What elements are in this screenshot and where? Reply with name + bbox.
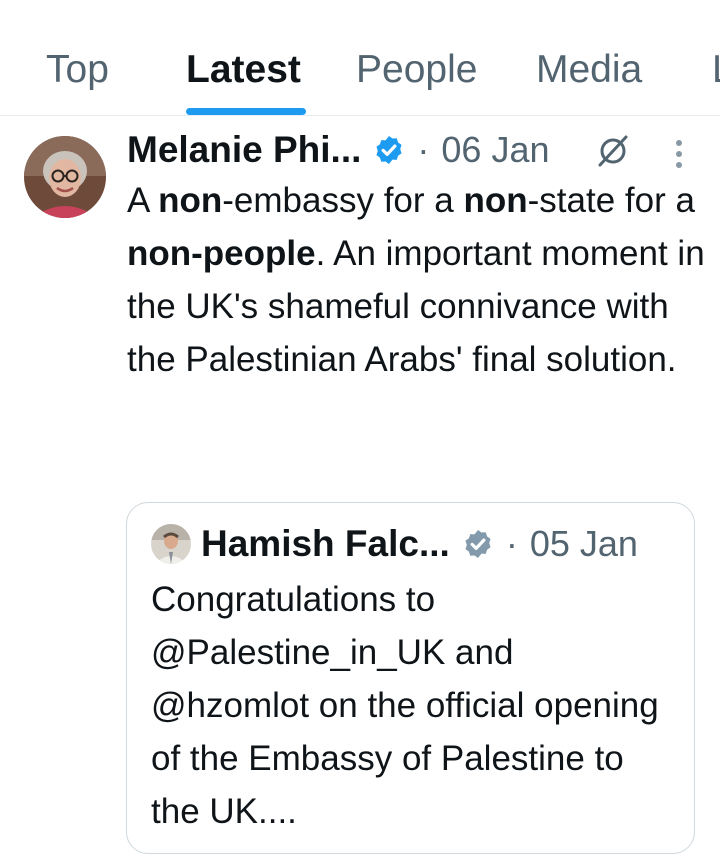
quoted-tweet-separator: ·	[505, 523, 518, 564]
search-tabs: Top Latest People Media L	[0, 0, 720, 116]
tab-latest[interactable]: Latest	[186, 48, 301, 92]
muted-circle-slash-icon	[598, 135, 628, 167]
author-avatar[interactable]	[24, 136, 106, 218]
quoted-tweet-header: Hamish Falc... · 05 Jan	[201, 521, 638, 567]
author-name[interactable]: Melanie Phi...	[127, 129, 361, 171]
tweet-separator: ·	[417, 129, 430, 170]
tweet-text: A non-embassy for a non-state for a non-…	[127, 181, 705, 379]
tab-people[interactable]: People	[356, 48, 477, 92]
quoted-tweet-text: Congratulations to @Palestine_in_UK and …	[151, 580, 659, 831]
quoted-author-avatar	[151, 524, 191, 564]
tab-top[interactable]: Top	[46, 48, 109, 92]
quoted-tweet-card[interactable]: Hamish Falc... · 05 Jan Congratulations …	[126, 502, 695, 854]
tweet-header: Melanie Phi... · 06 Jan	[127, 128, 550, 172]
quoted-tweet-date: 05 Jan	[529, 523, 638, 564]
more-vertical-icon[interactable]	[672, 138, 686, 170]
quoted-author-name[interactable]: Hamish Falc...	[201, 523, 450, 565]
active-tab-indicator	[186, 108, 306, 115]
verified-badge-icon	[376, 136, 402, 164]
tab-lists[interactable]: L	[712, 48, 720, 92]
verified-badge-icon	[465, 530, 491, 558]
tab-media[interactable]: Media	[536, 48, 642, 92]
tweet-date[interactable]: 06 Jan	[441, 129, 549, 171]
